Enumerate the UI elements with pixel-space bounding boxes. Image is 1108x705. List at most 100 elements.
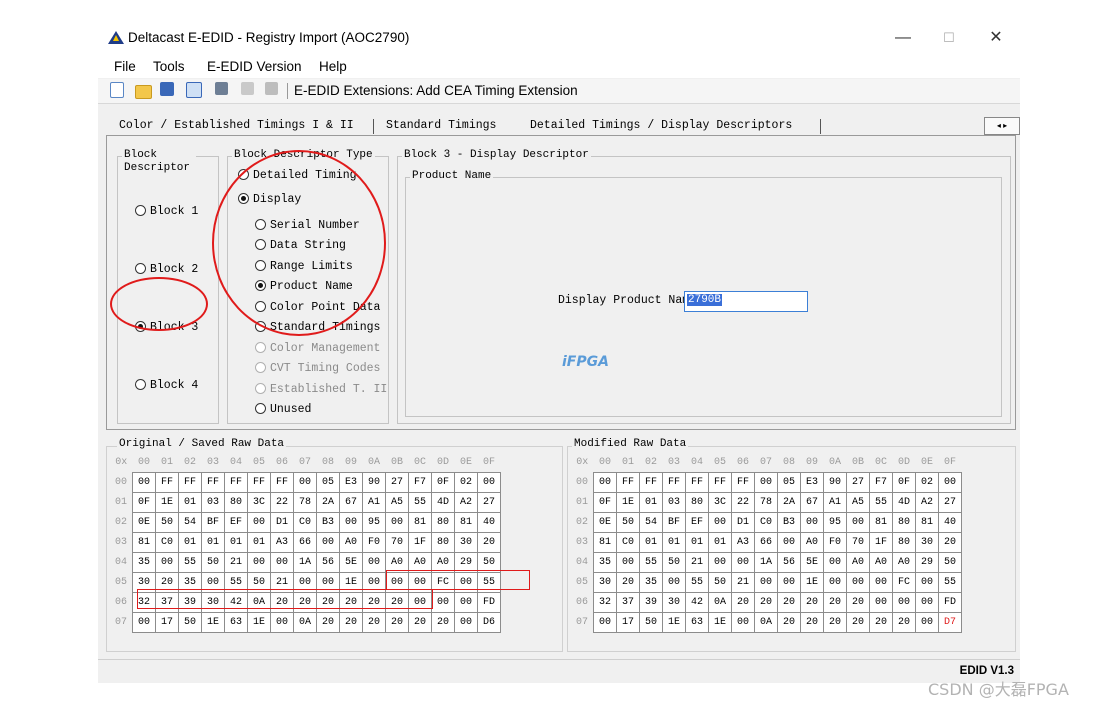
open-folder-icon[interactable]: [135, 85, 152, 99]
original-byte-cell[interactable]: 78: [293, 492, 317, 513]
original-byte-cell[interactable]: 20: [385, 612, 409, 633]
new-file-icon[interactable]: [110, 82, 124, 98]
original-byte-cell[interactable]: 27: [385, 472, 409, 493]
modified-byte-cell[interactable]: 27: [846, 472, 870, 493]
modified-byte-cell[interactable]: 00: [823, 552, 847, 573]
modified-byte-cell[interactable]: 67: [800, 492, 824, 513]
original-byte-cell[interactable]: 50: [201, 552, 225, 573]
modified-byte-cell[interactable]: 1A: [754, 552, 778, 573]
original-byte-cell[interactable]: FF: [155, 472, 179, 493]
modified-byte-cell[interactable]: A0: [892, 552, 916, 573]
modified-byte-cell[interactable]: FF: [616, 472, 640, 493]
menu-tools[interactable]: Tools: [153, 59, 185, 74]
original-byte-cell[interactable]: A2: [454, 492, 478, 513]
modified-byte-cell[interactable]: 66: [754, 532, 778, 553]
original-byte-cell[interactable]: 40: [477, 512, 501, 533]
modified-byte-cell[interactable]: FF: [731, 472, 755, 493]
modified-byte-cell[interactable]: 20: [800, 612, 824, 633]
modified-byte-cell[interactable]: 55: [869, 492, 893, 513]
original-byte-cell[interactable]: 54: [178, 512, 202, 533]
original-byte-cell[interactable]: 4D: [431, 492, 455, 513]
original-byte-cell[interactable]: 20: [339, 612, 363, 633]
modified-byte-cell[interactable]: 55: [639, 552, 663, 573]
export-icon[interactable]: [265, 82, 278, 95]
original-byte-cell[interactable]: 0A: [293, 612, 317, 633]
original-byte-cell[interactable]: 05: [316, 472, 340, 493]
modified-byte-cell[interactable]: 30: [593, 572, 617, 593]
modified-byte-cell[interactable]: 17: [616, 612, 640, 633]
modified-byte-cell[interactable]: BF: [662, 512, 686, 533]
modified-byte-cell[interactable]: 5E: [800, 552, 824, 573]
modified-byte-cell[interactable]: 00: [869, 592, 893, 613]
modified-byte-cell[interactable]: 50: [616, 512, 640, 533]
modified-byte-cell[interactable]: 00: [593, 472, 617, 493]
modified-byte-cell[interactable]: 02: [915, 472, 939, 493]
original-byte-cell[interactable]: 35: [132, 552, 156, 573]
original-byte-cell[interactable]: 00: [454, 592, 478, 613]
modified-byte-cell[interactable]: 1E: [800, 572, 824, 593]
modified-byte-cell[interactable]: 81: [593, 532, 617, 553]
modified-byte-cell[interactable]: 00: [754, 572, 778, 593]
modified-byte-cell[interactable]: D1: [731, 512, 755, 533]
modified-byte-cell[interactable]: 01: [662, 532, 686, 553]
modified-byte-cell[interactable]: 00: [938, 472, 962, 493]
modified-byte-cell[interactable]: 27: [938, 492, 962, 513]
tab-scroll-arrows[interactable]: ◂ ▸: [984, 117, 1020, 135]
original-byte-cell[interactable]: 56: [316, 552, 340, 573]
display-product-name-input[interactable]: 2790B: [684, 291, 808, 312]
original-byte-cell[interactable]: 5E: [339, 552, 363, 573]
original-byte-cell[interactable]: 01: [201, 532, 225, 553]
original-byte-cell[interactable]: 00: [362, 552, 386, 573]
original-byte-cell[interactable]: 00: [431, 592, 455, 613]
modified-byte-cell[interactable]: 37: [616, 592, 640, 613]
original-byte-cell[interactable]: B3: [316, 512, 340, 533]
modified-byte-cell[interactable]: 20: [754, 592, 778, 613]
modified-byte-cell[interactable]: 81: [869, 512, 893, 533]
original-byte-cell[interactable]: 81: [454, 512, 478, 533]
original-byte-cell[interactable]: 80: [431, 532, 455, 553]
original-byte-cell[interactable]: F0: [362, 532, 386, 553]
modified-byte-cell[interactable]: 00: [846, 512, 870, 533]
original-byte-cell[interactable]: 80: [431, 512, 455, 533]
modified-byte-cell[interactable]: 20: [846, 592, 870, 613]
original-byte-cell[interactable]: 50: [155, 512, 179, 533]
modified-byte-cell[interactable]: FC: [892, 572, 916, 593]
modified-byte-cell[interactable]: 80: [892, 512, 916, 533]
modified-byte-cell[interactable]: 00: [777, 572, 801, 593]
modified-byte-cell[interactable]: 00: [892, 592, 916, 613]
modified-byte-cell[interactable]: 4D: [892, 492, 916, 513]
import-icon[interactable]: [241, 82, 254, 95]
modified-byte-cell[interactable]: 2A: [777, 492, 801, 513]
original-byte-cell[interactable]: 1F: [408, 532, 432, 553]
modified-byte-cell[interactable]: 00: [662, 572, 686, 593]
original-byte-cell[interactable]: 00: [454, 612, 478, 633]
original-byte-cell[interactable]: D1: [270, 512, 294, 533]
original-byte-cell[interactable]: A1: [362, 492, 386, 513]
modified-byte-cell[interactable]: C0: [754, 512, 778, 533]
modified-byte-cell[interactable]: 63: [685, 612, 709, 633]
menu-help[interactable]: Help: [319, 59, 347, 74]
original-byte-cell[interactable]: 20: [431, 612, 455, 633]
modified-byte-cell[interactable]: 20: [731, 592, 755, 613]
modified-byte-cell[interactable]: 42: [685, 592, 709, 613]
modified-byte-cell[interactable]: 20: [892, 612, 916, 633]
original-byte-cell[interactable]: 00: [293, 472, 317, 493]
modified-byte-cell[interactable]: A3: [731, 532, 755, 553]
modified-byte-cell[interactable]: 22: [731, 492, 755, 513]
modified-byte-cell[interactable]: 35: [593, 552, 617, 573]
save-icon[interactable]: [160, 82, 174, 96]
original-byte-cell[interactable]: 02: [454, 472, 478, 493]
modified-byte-cell[interactable]: F0: [823, 532, 847, 553]
original-byte-cell[interactable]: 01: [178, 492, 202, 513]
modified-byte-cell[interactable]: 20: [823, 592, 847, 613]
original-byte-cell[interactable]: 00: [132, 472, 156, 493]
modified-byte-cell[interactable]: FD: [938, 592, 962, 613]
modified-byte-cell[interactable]: A5: [846, 492, 870, 513]
modified-byte-cell[interactable]: 00: [731, 552, 755, 573]
modified-byte-cell[interactable]: 30: [662, 592, 686, 613]
original-byte-cell[interactable]: 01: [247, 532, 271, 553]
original-byte-cell[interactable]: 00: [477, 472, 501, 493]
original-byte-cell[interactable]: 00: [316, 532, 340, 553]
original-byte-cell[interactable]: 81: [132, 532, 156, 553]
original-byte-cell[interactable]: BF: [201, 512, 225, 533]
